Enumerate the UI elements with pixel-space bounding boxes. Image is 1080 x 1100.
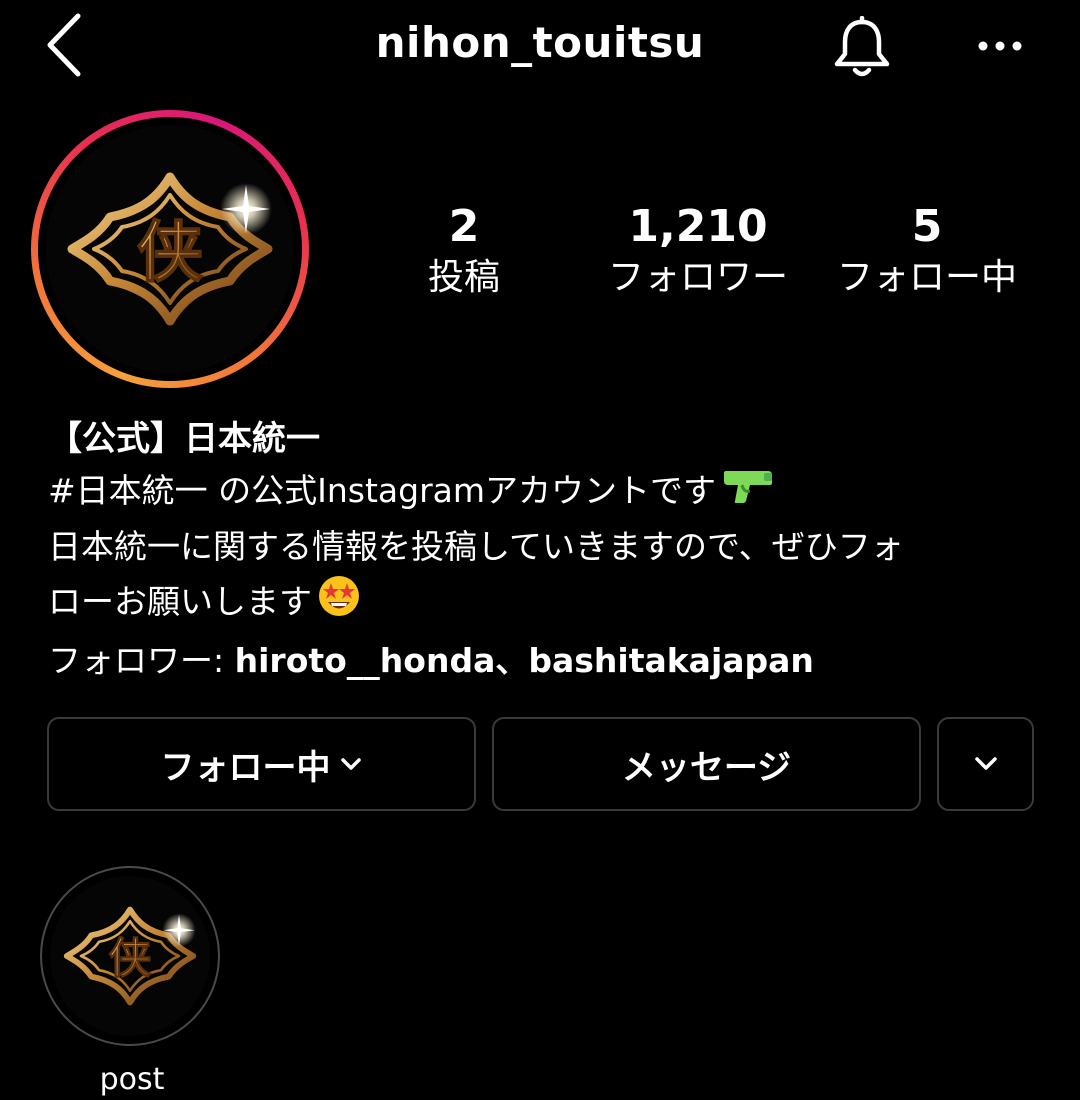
profile-bio: 【公式】日本統一 #日本統一 の公式Instagramアカウントです 日本統一に… — [48, 414, 1048, 687]
bio-line-2: 日本統一に関する情報を投稿していきますので、ぜひフォ — [48, 527, 904, 566]
following-button[interactable]: フォロー中 — [47, 717, 476, 811]
bio-text: の公式Instagramアカウントです — [207, 471, 717, 510]
chevron-down-icon — [974, 757, 997, 770]
star-struck-emoji — [316, 573, 362, 634]
kyo-emblem-logo: 侠 — [46, 125, 294, 373]
top-bar: nihon_touitsu — [0, 0, 1080, 96]
bio-text: ローお願いします — [48, 582, 312, 621]
bio-line-3: ローお願いします — [48, 573, 1048, 634]
followers-count[interactable]: 1,210 フォロワー — [590, 198, 806, 300]
water-pistol-emoji — [720, 465, 774, 520]
message-button[interactable]: メッセージ — [492, 717, 921, 811]
display-name: 【公式】日本統一 — [48, 419, 320, 459]
following-count-value: 5 — [911, 201, 943, 252]
followed-by-prefix: フォロワー: — [48, 641, 235, 680]
highlight-cover: 侠 — [40, 866, 220, 1046]
posts-count: 2 投稿 — [404, 198, 524, 300]
profile-avatar[interactable]: 侠 — [31, 110, 309, 388]
followed-by-line: フォロワー: hiroto__honda、bashitakajapan — [48, 634, 1048, 687]
following-button-label: フォロー中 — [160, 747, 331, 788]
suggested-accounts-button[interactable] — [937, 717, 1034, 811]
chevron-left-icon — [47, 13, 81, 77]
chevron-down-icon — [340, 758, 361, 770]
message-button-label: メッセージ — [621, 747, 792, 788]
posts-count-label: 投稿 — [427, 257, 500, 298]
followers-count-value: 1,210 — [628, 201, 768, 252]
followed-by-users[interactable]: hiroto__honda、bashitakajapan — [235, 641, 814, 680]
kyo-emblem-logo: 侠 — [50, 876, 210, 1036]
ellipsis-icon — [978, 41, 1022, 51]
following-count-label: フォロー中 — [836, 257, 1017, 298]
following-count[interactable]: 5 フォロー中 — [826, 198, 1028, 300]
svg-text:侠: 侠 — [137, 213, 203, 291]
profile-username: nihon_touitsu — [375, 18, 705, 67]
story-highlight[interactable]: 侠 post — [40, 866, 224, 1100]
bell-icon — [834, 16, 890, 77]
back-button[interactable] — [34, 10, 94, 80]
notifications-button[interactable] — [826, 12, 898, 84]
posts-count-value: 2 — [448, 201, 480, 252]
bio-line-1: #日本統一 の公式Instagramアカウントです — [48, 464, 1048, 520]
more-options-button[interactable] — [968, 18, 1032, 74]
followers-count-label: フォロワー — [607, 257, 788, 298]
highlight-label: post — [99, 1062, 165, 1097]
svg-text:侠: 侠 — [109, 934, 152, 984]
hashtag-link[interactable]: #日本統一 — [48, 471, 208, 510]
